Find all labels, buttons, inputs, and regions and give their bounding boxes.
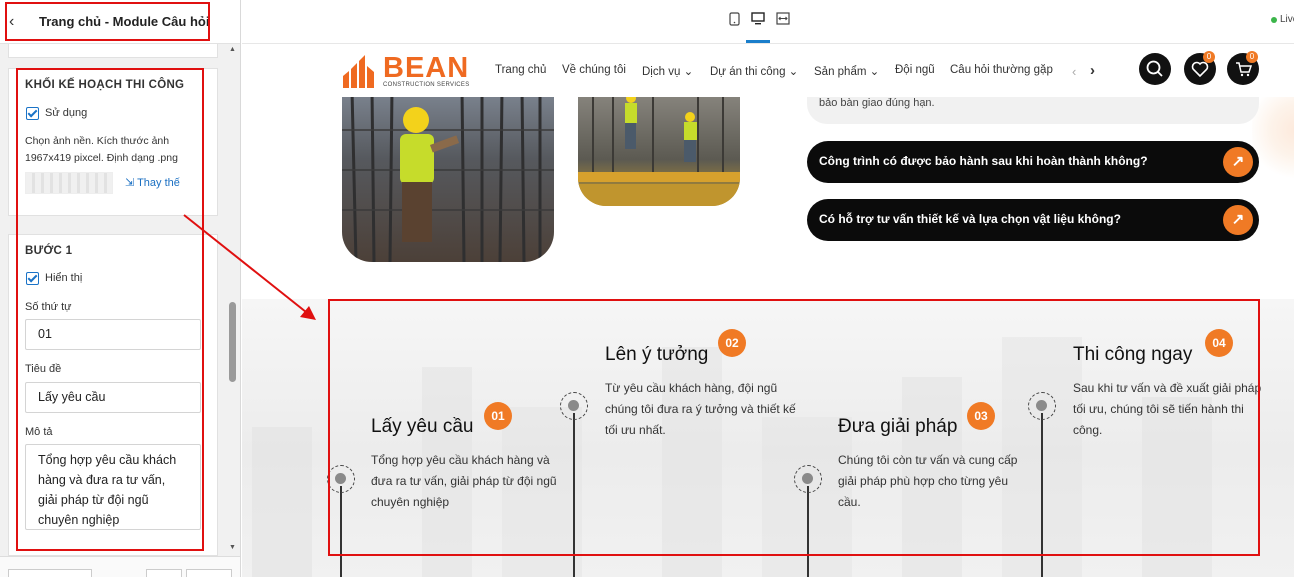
show-label: Hiển thị [45, 272, 83, 284]
faq-question[interactable]: Có hỗ trợ tư vấn thiết kế và lựa chọn vậ… [807, 199, 1259, 241]
process-section: Lấy yêu cầu 01 Tổng hợp yêu cầu khách hà… [242, 299, 1294, 577]
step-number: 04 [1205, 329, 1233, 357]
nav-label: Sản phẩm [814, 66, 867, 78]
panel-header: ‹ Trang chủ - Module Câu hỏi [0, 0, 240, 44]
step-title: Thi công ngay [1073, 344, 1193, 365]
faq-question[interactable]: Công trình có được bảo hành sau khi hoàn… [807, 141, 1259, 183]
replace-image-link[interactable]: ⇲ Thay thế [125, 176, 180, 189]
scroll-down-icon[interactable]: ▼ [229, 544, 236, 551]
chevron-down-icon: ⌄ [788, 66, 799, 78]
arrow-up-right-icon[interactable]: ↗ [1223, 147, 1253, 177]
title-input[interactable]: Lấy yêu cầu [25, 382, 201, 413]
scroll-up-icon[interactable]: ▲ [229, 46, 236, 53]
section-construction-plan: KHỐI KẾ HOẠCH THI CÔNG Sử dụng Chọn ảnh … [8, 68, 218, 216]
worker-photo-1 [342, 90, 554, 262]
nav-prev-icon[interactable]: ‹ [1072, 64, 1076, 79]
footer-button[interactable] [146, 569, 182, 577]
footer-button[interactable] [8, 569, 92, 577]
timeline-line [1041, 413, 1043, 577]
logo-icon [343, 55, 374, 88]
order-label: Số thứ tự [25, 301, 72, 313]
active-device-indicator [746, 40, 770, 43]
use-checkbox[interactable] [26, 107, 39, 120]
previous-section-card [8, 44, 218, 58]
desktop-icon[interactable] [750, 12, 766, 28]
step-title: Đưa giải pháp [838, 416, 958, 437]
fullwidth-icon[interactable] [775, 12, 791, 28]
search-icon [1146, 60, 1163, 77]
step-description: Từ yêu cầu khách hàng, đội ngũ chúng tôi… [605, 381, 796, 437]
nav-team[interactable]: Đội ngũ [895, 64, 935, 76]
live-label: Live [1280, 14, 1294, 25]
step-title: Lên ý tưởng [605, 344, 709, 365]
cart-badge: 0 [1246, 51, 1258, 63]
step-title: Lấy yêu cầu [371, 416, 474, 437]
background-thumbnail [25, 172, 113, 194]
section-title: KHỐI KẾ HOẠCH THI CÔNG [25, 79, 185, 91]
timeline-line [340, 486, 342, 577]
step-number: 03 [967, 402, 995, 430]
order-input[interactable]: 01 [25, 319, 201, 350]
nav-services[interactable]: Dịch vụ ⌄ [642, 64, 693, 78]
use-label: Sử dụng [45, 107, 88, 119]
footer-button[interactable] [186, 569, 232, 577]
nav-next-icon[interactable]: › [1090, 62, 1095, 79]
nav-faq[interactable]: Câu hỏi thường gặp [950, 64, 1053, 76]
show-checkbox[interactable] [26, 272, 39, 285]
description-label: Mô tả [25, 426, 53, 438]
chevron-down-icon: ⌄ [869, 66, 880, 78]
timeline-node [560, 392, 588, 420]
step-description: Tổng hợp yêu cầu khách hàng và đưa ra tư… [371, 453, 557, 509]
timeline-node [794, 465, 822, 493]
background-building [252, 427, 312, 577]
logo-subtitle: CONSTRUCTION SERVICES [383, 82, 470, 88]
live-status-icon [1271, 17, 1277, 23]
chevron-down-icon: ⌄ [683, 66, 694, 78]
panel-title: Trang chủ - Module Câu hỏi [39, 14, 210, 29]
nav-label: Dự án thi công [710, 66, 786, 78]
mobile-icon[interactable] [726, 12, 742, 28]
step-number: 01 [484, 402, 512, 430]
step-description: Chúng tôi còn tư vấn và cung cấp giải ph… [838, 453, 1018, 509]
timeline-node [1028, 392, 1056, 420]
arrow-up-right-icon[interactable]: ↗ [1223, 205, 1253, 235]
scroll-thumb[interactable] [229, 302, 236, 382]
site-preview: bảo bàn giao đúng hạn. Công trình có đượ… [242, 45, 1294, 577]
nav-projects[interactable]: Dự án thi công ⌄ [710, 64, 798, 78]
replace-icon: ⇲ [125, 177, 135, 189]
back-button[interactable]: ‹ [9, 13, 25, 31]
timeline-line [807, 486, 809, 577]
replace-label: Thay thế [137, 177, 180, 189]
nav-label: Dịch vụ [642, 66, 681, 78]
panel-footer [0, 556, 240, 577]
faq-question-text: Có hỗ trợ tư vấn thiết kế và lựa chọn vậ… [819, 212, 1121, 226]
timeline-line [573, 413, 575, 577]
background-hint: Chọn ảnh nền. Kích thước ảnh 1967x419 pi… [25, 135, 178, 164]
device-toolbar: Live [242, 0, 1294, 44]
logo-text[interactable]: BEAN [383, 52, 469, 85]
site-header: BEAN CONSTRUCTION SERVICES Trang chủ Về … [242, 45, 1294, 97]
nav-products[interactable]: Sản phẩm ⌄ [814, 64, 879, 78]
faq-question-text: Công trình có được bảo hành sau khi hoàn… [819, 154, 1148, 168]
step-number: 02 [718, 329, 746, 357]
section-step-1: BƯỚC 1 Hiển thị Số thứ tự 01 Tiêu đề Lấy… [8, 234, 218, 556]
search-button[interactable] [1139, 53, 1171, 85]
nav-about[interactable]: Về chúng tôi [562, 64, 626, 76]
title-label: Tiêu đề [25, 363, 62, 375]
section-title: BƯỚC 1 [25, 245, 73, 257]
wishlist-badge: 0 [1203, 51, 1215, 63]
nav-home[interactable]: Trang chủ [495, 64, 546, 76]
worker-photo-2 [578, 90, 740, 206]
faq-answer-text: bảo bàn giao đúng hạn. [819, 97, 935, 109]
description-textarea[interactable]: Tổng hợp yêu cầu khách hàng và đưa ra tư… [25, 444, 201, 530]
step-description: Sau khi tư vấn và đề xuất giải pháp tối … [1073, 381, 1262, 437]
editor-panel: ‹ Trang chủ - Module Câu hỏi KHỐI KẾ HOẠ… [0, 0, 241, 577]
panel-scrollbar[interactable]: ▲ ▼ [229, 44, 237, 556]
timeline-node [327, 465, 355, 493]
